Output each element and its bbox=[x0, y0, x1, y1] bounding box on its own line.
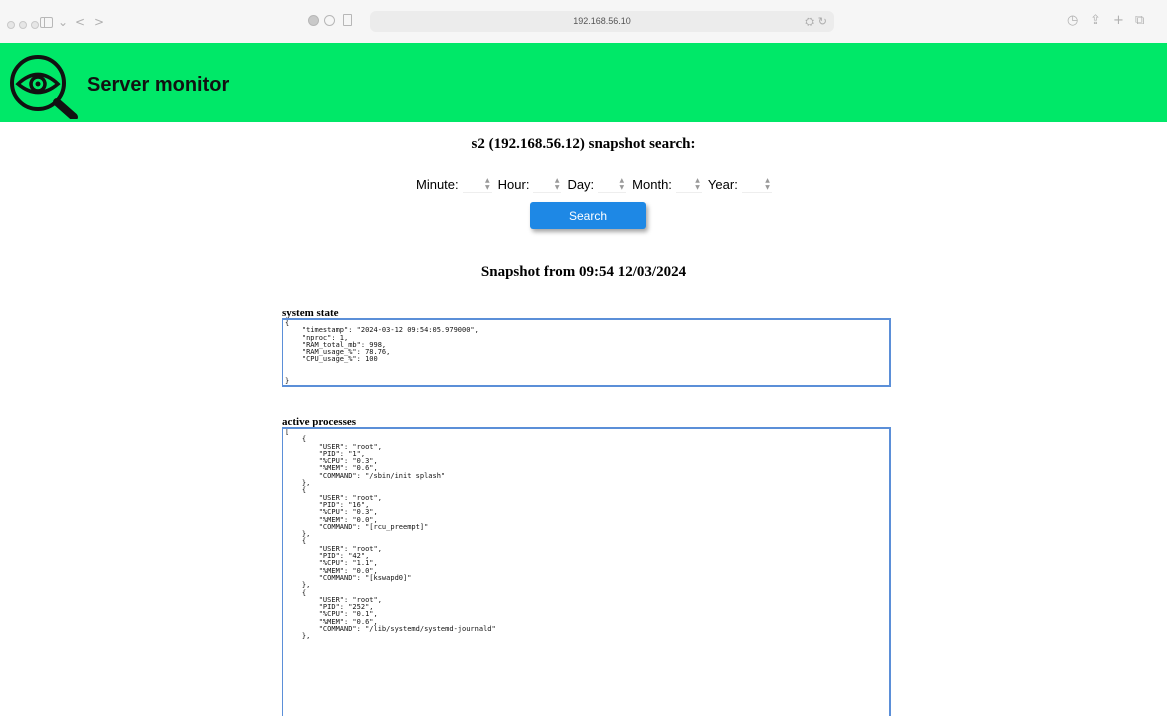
chevron-down-icon[interactable]: ⌄ bbox=[58, 15, 68, 29]
day-label: Day: bbox=[567, 176, 595, 192]
back-button[interactable]: < bbox=[75, 15, 85, 29]
hour-input[interactable]: ▲ ▼ bbox=[533, 176, 562, 193]
new-tab-icon[interactable]: + bbox=[1113, 14, 1124, 28]
minimize-window-button[interactable] bbox=[19, 21, 27, 29]
close-window-button[interactable] bbox=[7, 21, 15, 29]
site-header: Server monitor bbox=[0, 43, 1167, 122]
stepper-icon[interactable]: ▲ ▼ bbox=[765, 177, 770, 191]
year-input[interactable]: ▲ ▼ bbox=[741, 176, 772, 193]
reader-icon[interactable] bbox=[343, 14, 352, 26]
minute-label: Minute: bbox=[416, 176, 459, 192]
system-state-json: { "timestamp": "2024-03-12 09:54:05.9790… bbox=[285, 319, 479, 386]
browser-toolbar: ⌄ < > 192.168.56.10 ⛭ ↻ ◷ ⇪ + ⧉ bbox=[0, 0, 1167, 44]
stepper-icon[interactable]: ▲ ▼ bbox=[555, 177, 560, 191]
search-button[interactable]: Search bbox=[530, 202, 646, 229]
stepper-icon[interactable]: ▲ ▼ bbox=[620, 177, 625, 191]
snapshot-heading: Snapshot from 09:54 12/03/2024 bbox=[480, 264, 687, 280]
month-label: Month: bbox=[632, 176, 672, 192]
active-processes-json: [ { "USER": "root", "PID": "1", "%CPU": … bbox=[285, 428, 496, 641]
reload-icon[interactable]: ↻ bbox=[818, 15, 827, 28]
downloads-icon[interactable]: ◷ bbox=[1067, 14, 1078, 28]
translate-icon[interactable]: ⛭ bbox=[805, 15, 814, 28]
window-controls[interactable] bbox=[7, 21, 39, 29]
sidebar-toggle-icon[interactable] bbox=[40, 17, 53, 28]
eye-magnifier-icon bbox=[10, 55, 78, 119]
hour-label: Hour: bbox=[497, 176, 530, 192]
privacy-shield-icon[interactable] bbox=[308, 15, 319, 26]
day-input[interactable]: ▲ ▼ bbox=[598, 176, 627, 193]
zoom-window-button[interactable] bbox=[31, 21, 39, 29]
year-label: Year: bbox=[707, 176, 738, 192]
address-text[interactable]: 192.168.56.10 bbox=[370, 11, 834, 32]
active-processes-textarea[interactable]: [ { "USER": "root", "PID": "1", "%CPU": … bbox=[282, 427, 891, 716]
address-bar[interactable]: 192.168.56.10 ⛭ ↻ bbox=[370, 11, 834, 32]
system-state-textarea[interactable]: { "timestamp": "2024-03-12 09:54:05.9790… bbox=[282, 318, 891, 387]
search-heading: s2 (192.168.56.12) snapshot search: bbox=[471, 136, 696, 152]
tab-overview-icon[interactable]: ⧉ bbox=[1135, 14, 1144, 28]
minute-input[interactable]: ▲ ▼ bbox=[462, 176, 492, 193]
stepper-icon[interactable]: ▲ ▼ bbox=[695, 177, 700, 191]
share-icon[interactable]: ⇪ bbox=[1090, 14, 1101, 28]
snapshot-search-form: Minute: ▲ ▼ Hour: ▲ ▼ Day: ▲ ▼ Month: ▲ ▼ Ye… bbox=[416, 175, 778, 193]
site-title: Server monitor bbox=[87, 74, 230, 96]
month-input[interactable]: ▲ ▼ bbox=[675, 176, 702, 193]
stepper-icon[interactable]: ▲ ▼ bbox=[485, 177, 490, 191]
forward-button[interactable]: > bbox=[94, 15, 104, 29]
extension-icon[interactable] bbox=[324, 15, 335, 26]
